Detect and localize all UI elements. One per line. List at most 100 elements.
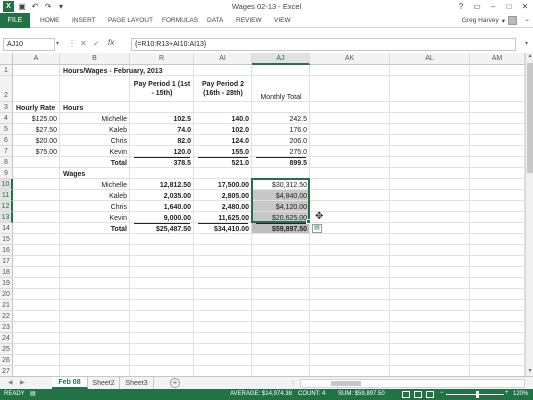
gridline [13,255,525,256]
tab-review[interactable]: REVIEW [236,13,262,28]
sheet-tab-sheet2[interactable]: Sheet2 [88,377,120,389]
employee-name: Chris [110,204,127,211]
insert-function-button[interactable]: fx [108,38,114,47]
column-header-aj[interactable]: AJ [252,53,310,65]
column-header-al[interactable]: AL [390,53,470,65]
row-header-9[interactable]: 9 [0,168,13,179]
select-all-button[interactable] [0,53,13,65]
zoom-level[interactable]: 120% [513,391,528,397]
column-header-ai[interactable]: AI [194,53,252,65]
tab-view[interactable]: VIEW [274,13,291,28]
enter-icon[interactable]: ✓ [93,39,100,48]
row-header-17[interactable]: 17 [0,256,13,267]
row-header-22[interactable]: 22 [0,311,13,322]
row-header-18[interactable]: 18 [0,267,13,278]
chevron-down-icon[interactable]: ▼ [526,368,533,376]
row-header-25[interactable]: 25 [0,344,13,355]
add-sheet-button[interactable]: + [170,378,180,388]
row-header-11[interactable]: 11 [0,190,13,201]
zoom-slider[interactable] [446,394,504,395]
total-border [256,223,306,224]
row-header-4[interactable]: 4 [0,113,13,124]
maximize-button[interactable]: □ [503,2,515,11]
row-header-14[interactable]: 14 [0,223,13,234]
column-header-ak[interactable]: AK [310,53,390,65]
more-icon: ⋮ [68,39,76,48]
sheet-tab-sheet3[interactable]: Sheet3 [120,377,154,389]
zoom-slider-handle[interactable] [476,391,479,398]
zoom-in-button[interactable]: + [505,390,509,396]
scrollbar-thumb[interactable] [527,63,533,173]
row-header-2[interactable]: 2 [0,76,13,102]
row-header-3[interactable]: 3 [0,102,13,113]
row-header-7[interactable]: 7 [0,146,13,157]
column-header-b[interactable]: B [60,53,130,65]
row-header-15[interactable]: 15 [0,234,13,245]
column-header-a[interactable]: A [13,53,60,65]
vertical-scrollbar[interactable]: ▲ ▼ [525,53,533,376]
row-header-8[interactable]: 8 [0,157,13,168]
hours-heading: Hours [63,105,84,112]
hours-monthly-total: 176.0 [289,127,307,134]
hours-period-1: 102.5 [173,116,191,123]
row-header-1[interactable]: 1 [0,65,13,76]
total-border [256,157,306,158]
row-header-19[interactable]: 19 [0,278,13,289]
row-header-20[interactable]: 20 [0,289,13,300]
chevron-right-icon[interactable]: ▶ [20,379,25,386]
close-button[interactable]: ✕ [519,2,531,11]
worksheet-grid[interactable]: A B R AI AJ AK AL AM 1 2 3 4 5 6 7 8 9 10 11 12 13 14 15 16 17 1… [0,53,525,376]
help-button[interactable]: ? [455,2,467,11]
sheet-tab-feb-08[interactable]: Feb 08 [52,377,88,389]
chevron-down-icon[interactable]: ▾ [56,40,59,47]
tab-insert[interactable]: INSERT [72,13,96,28]
wages-monthly-total: $4,840.00 [275,193,307,200]
row-header-12[interactable]: 12 [0,201,13,212]
row-header-23[interactable]: 23 [0,322,13,333]
chevron-left-icon[interactable]: ◀ [8,379,13,386]
row-header-24[interactable]: 24 [0,333,13,344]
normal-view-icon[interactable] [402,391,410,398]
row-header-13[interactable]: 13 [0,212,13,223]
hours-period-1: 120.0 [173,149,191,156]
formula-input[interactable]: {=R10:R13+AI10:AI13} [131,38,516,51]
user-name: Greg Harvey [461,17,499,24]
scrollbar-thumb[interactable] [331,381,361,386]
horizontal-scrollbar[interactable] [300,379,525,388]
row-header-6[interactable]: 6 [0,135,13,146]
row-header-5[interactable]: 5 [0,124,13,135]
page-break-view-icon[interactable] [426,391,434,398]
cancel-icon[interactable]: ✕ [80,39,87,48]
gridline [13,354,525,355]
tab-data[interactable]: DATA [207,13,223,28]
split-handle-icon[interactable]: ⋮ [290,380,296,387]
user-account[interactable]: Greg Harvey ▾ [462,13,517,28]
zoom-out-button[interactable]: − [440,390,444,396]
macro-recording-icon[interactable]: ▤ [30,390,36,397]
row-header-21[interactable]: 21 [0,300,13,311]
ribbon-display-button[interactable]: ▭ [471,2,483,11]
column-header-r[interactable]: R [130,53,194,65]
gridline [13,266,525,267]
hours-monthly-total: 275.0 [289,149,307,156]
chevron-down-icon[interactable]: ⌄ [524,15,530,23]
total-border [198,157,248,158]
tab-formulas[interactable]: FORMULAS [162,13,198,28]
row-header-16[interactable]: 16 [0,245,13,256]
page-layout-view-icon[interactable] [414,391,422,398]
row-header-27[interactable]: 27 [0,366,13,376]
column-header-am[interactable]: AM [470,53,525,65]
wages-heading: Wages [63,171,86,178]
chevron-down-icon[interactable]: ▾ [525,40,528,47]
tab-home[interactable]: HOME [40,13,60,28]
row-header-26[interactable]: 26 [0,355,13,366]
tab-page-layout[interactable]: PAGE LAYOUT [108,13,153,28]
name-box[interactable]: AJ10 [3,38,55,51]
column-heading-pay-period-2: Pay Period 2 (16th - 28th) [201,80,245,97]
hours-period-2: 124.0 [231,138,249,145]
row-header-10[interactable]: 10 [0,179,13,190]
chevron-up-icon[interactable]: ▲ [526,53,533,61]
minimize-button[interactable]: – [487,2,499,11]
quick-analysis-icon[interactable]: ▤ [312,224,322,233]
tab-file[interactable]: FILE [0,13,30,28]
